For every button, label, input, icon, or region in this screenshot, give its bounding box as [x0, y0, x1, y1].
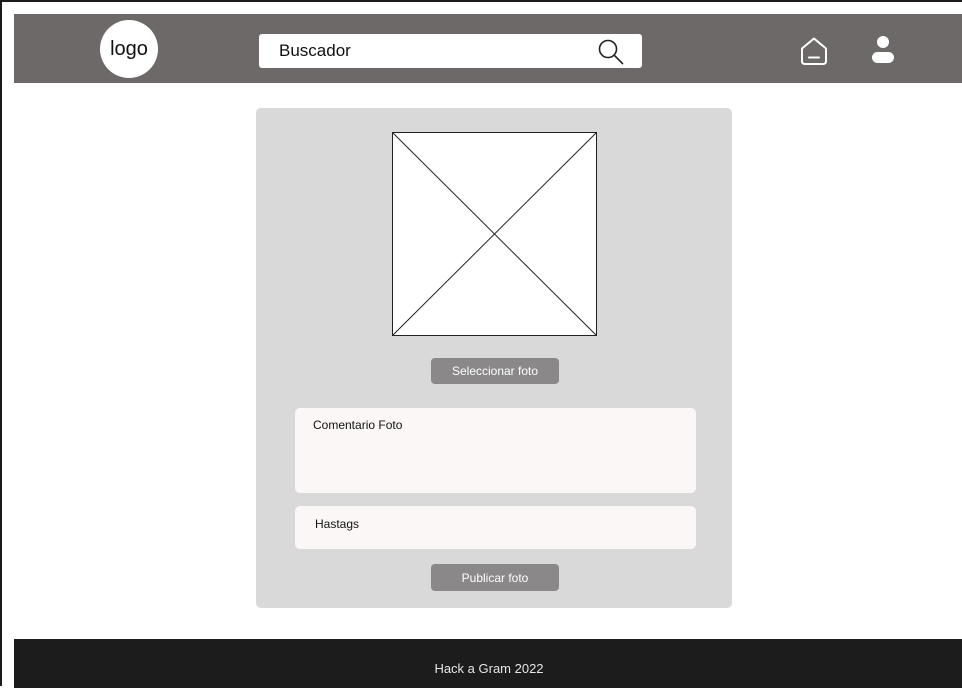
page-frame: logo Seleccionar foto Publicar foto — [0, 0, 962, 688]
photo-comment-field[interactable] — [295, 408, 696, 493]
home-icon[interactable] — [798, 35, 830, 67]
footer: Hack a Gram 2022 — [14, 639, 962, 688]
logo-text: logo — [110, 37, 148, 60]
publish-photo-button[interactable]: Publicar foto — [431, 564, 559, 591]
search-bar — [259, 34, 642, 68]
user-icon[interactable] — [870, 34, 896, 66]
select-photo-button[interactable]: Seleccionar foto — [431, 358, 559, 384]
top-navbar: logo — [14, 14, 962, 83]
image-placeholder-icon — [392, 132, 597, 336]
upload-photo-card: Seleccionar foto Publicar foto — [256, 108, 732, 608]
footer-text: Hack a Gram 2022 — [434, 661, 544, 676]
hashtags-field[interactable] — [295, 506, 696, 549]
logo[interactable]: logo — [100, 20, 158, 78]
search-icon[interactable] — [597, 38, 625, 66]
search-input[interactable] — [259, 34, 589, 68]
